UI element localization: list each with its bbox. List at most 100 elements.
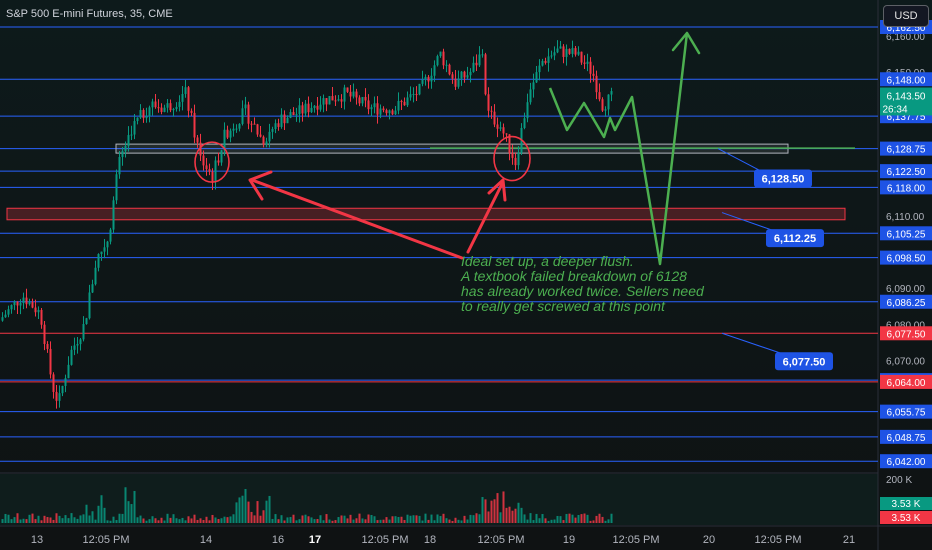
volume-bar <box>64 515 67 523</box>
candle-body <box>262 136 265 145</box>
volume-bar <box>58 515 61 523</box>
candle-body <box>532 82 535 90</box>
volume-bar <box>28 514 31 523</box>
volume-bar <box>163 520 166 523</box>
chart-root: Ideal set up, a deeper flush. A textbook … <box>0 0 932 550</box>
volume-bar <box>442 513 445 523</box>
volume-bar <box>316 519 319 523</box>
volume-bar <box>571 514 574 523</box>
x-tick-label: 21 <box>843 534 855 546</box>
candle-body <box>94 267 97 285</box>
volume-bar <box>46 517 49 523</box>
candle-body <box>157 107 160 109</box>
volume-bar <box>100 495 103 523</box>
candle-body <box>391 110 394 115</box>
volume-bar <box>229 516 232 523</box>
volume-bar <box>91 511 94 523</box>
volume-bar <box>532 520 535 523</box>
volume-bar <box>574 517 577 523</box>
candle-body <box>412 94 415 96</box>
volume-bar <box>247 501 250 523</box>
candle-body <box>265 141 268 145</box>
candle-body <box>61 385 64 394</box>
candle-body <box>484 54 487 95</box>
volume-bar <box>187 516 190 523</box>
candle-body <box>88 292 91 319</box>
candle-body <box>574 48 577 55</box>
annotation-line-3: has already worked twice. Sellers need <box>461 283 705 299</box>
volume-bar <box>418 515 421 523</box>
volume-bar <box>166 513 169 523</box>
x-tick-label: 18 <box>424 534 436 546</box>
volume-bar <box>502 491 505 523</box>
candle-body <box>421 79 424 84</box>
volume-bar <box>517 502 520 523</box>
candle-body <box>433 65 436 76</box>
chart-canvas[interactable]: Ideal set up, a deeper flush.A textbook … <box>0 0 932 550</box>
price-tag-label: 6,086.25 <box>887 298 926 309</box>
candle-body <box>529 89 532 103</box>
volume-bar <box>601 516 604 523</box>
volume-bar <box>496 493 499 523</box>
candle-body <box>364 96 367 101</box>
volume-bar <box>4 513 7 523</box>
volume-bar <box>280 515 283 523</box>
price-tag-label: 6,122.50 <box>887 167 926 178</box>
x-tick-label: 12:05 PM <box>754 534 801 546</box>
volume-bar <box>265 500 268 523</box>
volume-bar <box>13 517 16 523</box>
currency-button[interactable]: USD <box>883 5 929 27</box>
volume-bar <box>286 517 289 523</box>
candle-body <box>76 344 79 346</box>
candle-body <box>238 123 241 129</box>
volume-bar <box>415 515 418 523</box>
candle-body <box>298 105 301 115</box>
volume-bar <box>433 520 436 523</box>
volume-bar <box>511 510 514 523</box>
volume-bar <box>382 519 385 523</box>
volume-bar <box>211 514 214 523</box>
volume-bar <box>526 519 529 523</box>
volume-bar <box>427 519 430 523</box>
annotation-line-2: A textbook failed breakdown of 6128 <box>460 268 687 284</box>
volume-bar <box>139 515 142 523</box>
candle-body <box>19 303 22 306</box>
volume-bar <box>559 516 562 523</box>
candle-body <box>139 110 142 118</box>
candle-body <box>109 229 112 242</box>
candle-body <box>115 174 118 201</box>
candle-body <box>571 48 574 54</box>
volume-bar <box>589 520 592 523</box>
candle-body <box>79 339 82 345</box>
candle-body <box>103 247 106 252</box>
candle-body <box>565 48 568 57</box>
volume-bar <box>85 504 88 523</box>
candle-body <box>379 108 382 115</box>
volume-bar <box>277 519 280 523</box>
candle-body <box>598 92 601 100</box>
candle-body <box>370 107 373 110</box>
volume-bar <box>124 487 127 523</box>
volume-bar <box>1 519 4 523</box>
candle-body <box>526 102 529 119</box>
volume-bar <box>103 507 106 523</box>
candle-body <box>319 104 322 110</box>
price-tag-label: 6,055.75 <box>887 408 926 419</box>
candle-body <box>553 52 556 56</box>
candle-body <box>31 301 34 308</box>
volume-bar <box>352 519 355 523</box>
candle-body <box>313 105 316 108</box>
candle-body <box>250 123 253 125</box>
candle-body <box>160 107 163 112</box>
volume-bar <box>37 515 40 523</box>
candle-body <box>415 94 418 96</box>
candle-body <box>478 54 481 66</box>
volume-bar <box>598 513 601 523</box>
volume-bar <box>214 517 217 523</box>
volume-bar <box>31 513 34 523</box>
volume-bar <box>328 519 331 523</box>
candle-body <box>4 314 7 318</box>
volume-bar <box>136 517 139 523</box>
candle-body <box>187 87 190 111</box>
volume-bar <box>562 520 565 523</box>
